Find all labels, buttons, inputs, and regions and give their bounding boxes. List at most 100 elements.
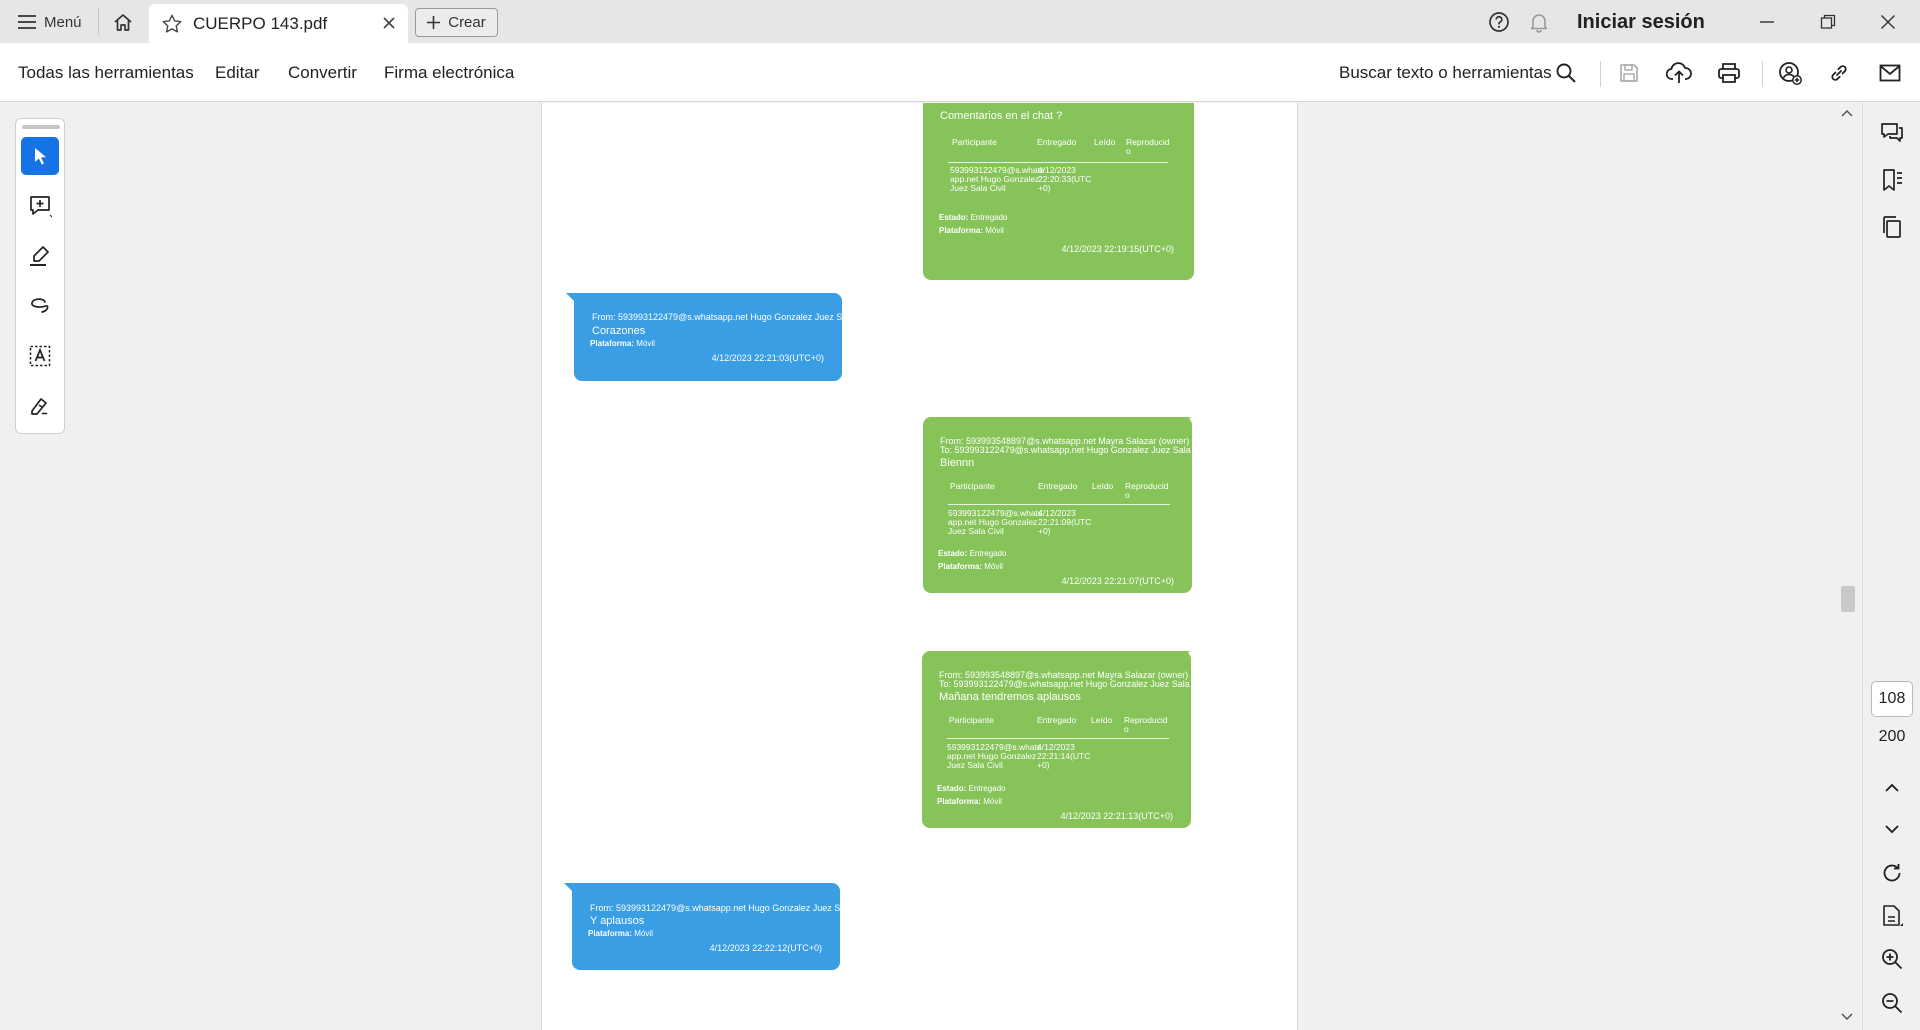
scroll-down-icon[interactable] <box>1841 1013 1853 1021</box>
chat-bubble-incoming: From: 593993122479@s.whatsapp.net Hugo G… <box>572 883 872 970</box>
platform-line: Plataforma: Móvil <box>939 226 1004 235</box>
previous-page-button[interactable] <box>1878 774 1906 802</box>
separator <box>98 8 99 35</box>
table-header-played: Reproducid o <box>1125 481 1169 500</box>
notifications-button[interactable] <box>1524 0 1554 43</box>
save-icon <box>1618 62 1640 84</box>
plus-icon <box>427 16 441 29</box>
current-page-input[interactable]: 108 <box>1871 681 1913 717</box>
printer-icon <box>1717 62 1741 84</box>
separator <box>1762 61 1763 87</box>
envelope-icon <box>1879 64 1901 82</box>
highlighter-icon <box>28 244 52 268</box>
table-header-read: Leído <box>1091 715 1113 725</box>
table-header-read: Leído <box>1094 137 1116 147</box>
search-button[interactable] <box>1552 59 1580 87</box>
platform-line: Plataforma: Móvil <box>588 929 653 938</box>
right-side-panel: 108 200 <box>1862 103 1920 1030</box>
comments-panel-button[interactable] <box>1878 119 1906 147</box>
comment-add-icon <box>28 194 52 218</box>
message-timestamp: 4/12/2023 22:22:12(UTC+0) <box>709 943 822 953</box>
restore-button[interactable] <box>1813 0 1843 43</box>
scroll-up-icon[interactable] <box>1841 109 1853 117</box>
minimize-button[interactable] <box>1752 0 1782 43</box>
text-box-tool-button[interactable] <box>21 337 59 375</box>
table-header-delivered: Entregado <box>1038 481 1078 491</box>
home-button[interactable] <box>108 9 138 35</box>
help-button[interactable] <box>1484 0 1514 43</box>
rotate-button[interactable] <box>1878 859 1906 887</box>
window-close-button[interactable] <box>1873 0 1903 43</box>
bell-icon <box>1528 11 1550 33</box>
table-divider <box>948 504 1170 505</box>
zoom-out-button[interactable] <box>1878 989 1906 1017</box>
chat-bubble-outgoing: Comentarios en el chat ? Participante En… <box>923 103 1194 280</box>
table-cell-delivered: 4/12/2023 22:21:09(UTC +0) <box>1038 508 1092 536</box>
platform-line: Plataforma: Móvil <box>938 562 1003 571</box>
user-add-icon <box>1778 61 1802 85</box>
total-pages: 200 <box>1878 728 1906 745</box>
draw-tool-button[interactable] <box>21 287 59 325</box>
print-button[interactable] <box>1715 59 1743 87</box>
document-tab[interactable]: CUERPO 143.pdf <box>149 4 408 43</box>
add-comment-tool-button[interactable] <box>21 187 59 225</box>
status-line: Estado: Entregado <box>938 549 1007 558</box>
platform-line: Plataforma: Móvil <box>937 797 1002 806</box>
table-cell-participant: 593993122479@s.whats app.net Hugo Gonzal… <box>947 742 1042 770</box>
rotate-icon <box>1881 862 1903 884</box>
tab-edit[interactable]: Editar <box>215 63 259 83</box>
zoom-in-icon <box>1881 948 1903 970</box>
zoom-in-button[interactable] <box>1878 945 1906 973</box>
create-button[interactable]: Crear <box>415 8 498 37</box>
message-text: Biennn <box>940 457 975 469</box>
message-timestamp: 4/12/2023 22:21:07(UTC+0) <box>1061 576 1174 586</box>
share-user-button[interactable] <box>1776 59 1804 87</box>
tab-title: CUERPO 143.pdf <box>193 14 328 33</box>
vertical-scrollbar[interactable] <box>1838 103 1856 1030</box>
link-icon <box>1828 62 1850 84</box>
save-button[interactable] <box>1615 59 1643 87</box>
upload-cloud-button[interactable] <box>1665 59 1693 87</box>
next-page-button[interactable] <box>1878 815 1906 843</box>
chat-bubble-outgoing: From: 593993548897@s.whatsapp.net Mayra … <box>922 651 1209 828</box>
table-cell-participant: 593993122479@s.whats app.net Hugo Gonzal… <box>950 165 1045 193</box>
star-icon[interactable] <box>161 13 183 35</box>
table-cell-participant: 593993122479@s.whats app.net Hugo Gonzal… <box>948 508 1043 536</box>
bookmarks-panel-button[interactable] <box>1878 166 1906 194</box>
message-to: To: 593993122479@s.whatsapp.net Hugo Gon… <box>940 445 1211 455</box>
menu-button[interactable]: Menú <box>12 8 88 36</box>
drag-handle[interactable] <box>22 125 60 129</box>
status-line: Estado: Entregado <box>939 213 1008 222</box>
fit-page-button[interactable] <box>1878 902 1906 930</box>
sign-in-link[interactable]: Iniciar sesión <box>1577 11 1705 34</box>
tab-convert[interactable]: Convertir <box>288 63 357 83</box>
search-icon <box>1555 62 1577 84</box>
sign-tool-button[interactable] <box>21 387 59 425</box>
title-bar: Menú CUERPO 143.pdf Crear Iniciar sesión <box>0 0 1920 43</box>
tab-all-tools[interactable]: Todas las herramientas <box>18 63 194 83</box>
chevron-down-icon <box>1884 824 1900 834</box>
scrollbar-thumb[interactable] <box>1841 586 1855 612</box>
message-to: To: 593993122479@s.whatsapp.net Hugo Gon… <box>939 679 1210 689</box>
chevron-up-icon <box>1884 783 1900 793</box>
pages-panel-button[interactable] <box>1878 213 1906 241</box>
table-header-delivered: Entregado <box>1037 715 1077 725</box>
tab-e-signature[interactable]: Firma electrónica <box>384 63 514 83</box>
close-icon[interactable] <box>381 15 397 31</box>
link-button[interactable] <box>1825 59 1853 87</box>
comments-icon <box>1880 121 1904 145</box>
select-tool-button[interactable] <box>21 137 59 175</box>
page-fit-icon <box>1880 904 1904 928</box>
cursor-icon <box>30 146 50 166</box>
table-header-participant: Participante <box>952 137 997 147</box>
email-button[interactable] <box>1876 59 1904 87</box>
table-header-delivered: Entregado <box>1037 137 1077 147</box>
search-tools-label[interactable]: Buscar texto o herramientas <box>1339 63 1552 83</box>
message-timestamp: 4/12/2023 22:19:15(UTC+0) <box>1061 244 1174 254</box>
message-from: From: 593993122479@s.whatsapp.net Hugo G… <box>590 903 872 913</box>
highlight-tool-button[interactable] <box>21 237 59 275</box>
copy-pages-icon <box>1880 215 1904 239</box>
message-timestamp: 4/12/2023 22:21:03(UTC+0) <box>711 353 824 363</box>
table-header-played: Reproducid o <box>1124 715 1168 734</box>
chat-bubble-incoming: From: 593993122479@s.whatsapp.net Hugo G… <box>574 293 874 381</box>
